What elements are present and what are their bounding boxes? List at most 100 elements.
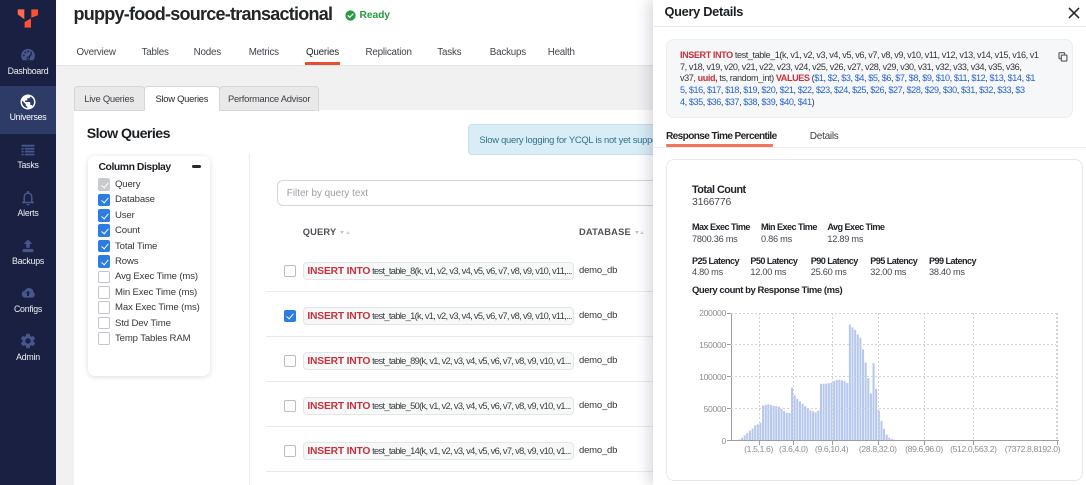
universe-title: puppy-food-source-transactional [74, 4, 333, 25]
checkbox[interactable] [98, 224, 111, 237]
tab-tables[interactable]: Tables [142, 40, 169, 65]
x-tick-label: (7372.8,8192.0) [1005, 444, 1060, 454]
column-option-avg-exec-time-ms-[interactable]: Avg Exec Time (ms) [98, 270, 198, 283]
y-axis-tick [727, 440, 731, 441]
sql-line: 4, $35, $36, $37, $38, $39, $40, $41) [680, 97, 1052, 109]
option-label: User [115, 210, 135, 221]
latency-stat-label: P95 Latency [870, 256, 917, 266]
query-filter-input[interactable] [277, 180, 717, 206]
tab-queries[interactable]: Queries [306, 40, 339, 65]
column-option-database[interactable]: Database [98, 193, 155, 206]
sidebar-item-backups[interactable]: Backups [0, 230, 56, 278]
row-checkbox[interactable] [284, 355, 297, 368]
sql-line: v37, uuid, ts, random_int) VALUES ($1, $… [680, 73, 1052, 85]
column-header-database[interactable]: DATABASE [579, 227, 644, 237]
checkbox[interactable] [98, 178, 111, 191]
checkbox[interactable] [98, 332, 111, 345]
row-database: demo_db [579, 355, 617, 366]
option-label: Avg Exec Time (ms) [115, 271, 198, 282]
upload-icon [19, 237, 37, 255]
panel-header: Query Details [653, 0, 1086, 27]
table-divider [249, 153, 250, 485]
column-option-count[interactable]: Count [98, 224, 140, 237]
sidebar-item-tasks[interactable]: Tasks [0, 134, 56, 182]
sidebar-item-dashboard[interactable]: Dashboard [0, 39, 56, 87]
option-label: Rows [115, 256, 138, 267]
row-checkbox[interactable] [284, 265, 297, 278]
status-badge: Ready [345, 9, 390, 22]
h-gridline [731, 376, 1056, 377]
option-label: Std Dev Time [115, 318, 171, 329]
checkbox[interactable] [98, 271, 111, 284]
checkbox[interactable] [98, 301, 111, 314]
yugabyte-logo-icon[interactable] [17, 9, 39, 28]
checkbox[interactable] [98, 286, 111, 299]
option-label: Min Exec Time (ms) [115, 287, 197, 298]
row-checkbox[interactable] [284, 445, 297, 458]
subtab-live-queries[interactable]: Live Queries [74, 86, 145, 111]
column-option-temp-tables-ram[interactable]: Temp Tables RAM [98, 332, 191, 345]
v-gridline [973, 313, 974, 441]
column-option-user[interactable]: User [98, 209, 135, 222]
y-tick-label: 100000 [666, 372, 726, 382]
subtab-performance-advisor[interactable]: Performance Advisor [219, 86, 319, 111]
response-time-histogram: 050000100000150000200000(1.5,1.6)(3.6,4.… [731, 313, 1058, 441]
panel-tab-details[interactable]: Details [810, 126, 839, 147]
sidebar-item-universes[interactable]: Universes [0, 86, 56, 134]
sidebar-item-configs[interactable]: Configs [0, 277, 56, 325]
h-gridline [731, 344, 1056, 345]
exec-stat-label: Max Exec Time [692, 222, 750, 232]
sql-query-box: INSERT INTO test_table_1(k, v1, v2, v3, … [666, 39, 1073, 118]
column-option-min-exec-time-ms-[interactable]: Min Exec Time (ms) [98, 286, 198, 299]
row-checkbox[interactable] [284, 400, 297, 413]
query-snippet[interactable]: INSERT INTO test_table_89(k, v1, v2, v3,… [303, 352, 574, 370]
checkbox[interactable] [98, 209, 111, 222]
row-checkbox[interactable] [284, 310, 297, 323]
tab-health[interactable]: Health [548, 40, 575, 65]
tab-overview[interactable]: Overview [77, 40, 116, 65]
tab-metrics[interactable]: Metrics [249, 40, 279, 65]
v-gridline [1057, 313, 1058, 441]
latency-stat-value: 32.00 ms [870, 267, 906, 277]
tab-replication[interactable]: Replication [366, 40, 412, 65]
column-option-query[interactable]: Query [98, 178, 141, 191]
sql-line: 5, $16, $17, $18, $19, $20, $21, $22, $2… [680, 85, 1052, 97]
h-gridline [731, 313, 1056, 314]
v-gridline [832, 313, 833, 441]
query-snippet[interactable]: INSERT INTO test_table_8(k, v1, v2, v3, … [303, 262, 574, 280]
query-snippet[interactable]: INSERT INTO test_table_1(k, v1, v2, v3, … [303, 307, 574, 325]
tab-tasks[interactable]: Tasks [437, 40, 461, 65]
v-gridline [878, 313, 879, 441]
task-list-icon [19, 141, 37, 159]
column-option-total-time[interactable]: Total Time [98, 240, 158, 253]
row-database: demo_db [579, 400, 617, 411]
sidebar-item-admin[interactable]: Admin [0, 325, 56, 373]
sidebar-item-label: Tasks [0, 160, 56, 170]
y-axis-tick [727, 344, 731, 345]
close-icon[interactable] [1066, 5, 1082, 21]
checkbox[interactable] [98, 194, 111, 207]
sidebar-item-label: Universes [0, 112, 56, 122]
copy-icon[interactable] [1058, 52, 1068, 62]
check-circle-icon [345, 10, 356, 21]
query-snippet[interactable]: INSERT INTO test_table_50(k, v1, v2, v3,… [303, 397, 574, 415]
column-option-std-dev-time[interactable]: Std Dev Time [98, 317, 171, 330]
sort-icons [340, 226, 350, 236]
column-option-rows[interactable]: Rows [98, 255, 139, 268]
column-option-max-exec-time-ms-[interactable]: Max Exec Time (ms) [98, 301, 200, 314]
tab-nodes[interactable]: Nodes [194, 40, 221, 65]
query-snippet[interactable]: INSERT INTO test_table_14(k, v1, v2, v3,… [303, 442, 574, 460]
sidebar-item-alerts[interactable]: Alerts [0, 182, 56, 230]
y-tick-label: 0 [666, 436, 726, 446]
sidebar: Dashboard Universes Tasks Alerts Backups… [0, 0, 56, 485]
column-header-query[interactable]: QUERY [303, 227, 350, 237]
checkbox[interactable] [98, 317, 111, 330]
collapse-minus-icon[interactable] [192, 165, 200, 168]
total-count-value: 3166776 [692, 197, 731, 208]
row-database: demo_db [579, 445, 617, 456]
tab-backups[interactable]: Backups [490, 40, 526, 65]
checkbox[interactable] [98, 240, 111, 253]
y-tick-label: 50000 [666, 404, 726, 414]
checkbox[interactable] [98, 255, 111, 268]
subtab-slow-queries[interactable]: Slow Queries [144, 86, 220, 111]
